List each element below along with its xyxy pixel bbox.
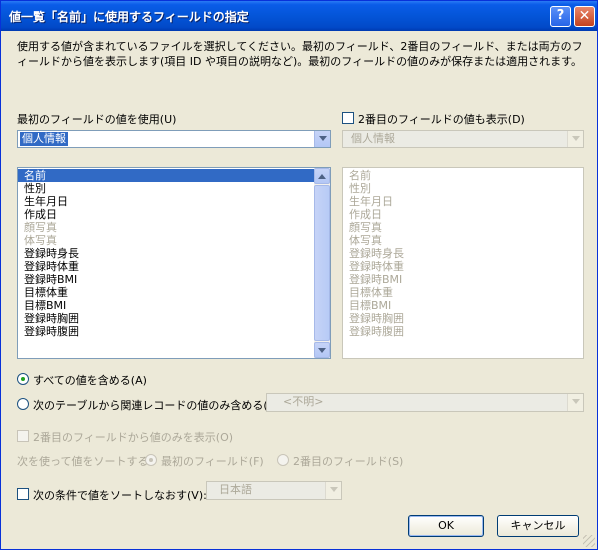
scroll-thumb[interactable] [314, 185, 330, 341]
sort-by-label: 次を使って値をソートする: [17, 455, 153, 468]
list-item: 作成日 [349, 208, 382, 221]
list-item: 目標BMI [349, 299, 392, 312]
list-item[interactable]: 登録時腹囲 [18, 325, 330, 338]
show-second-only-checkbox[interactable] [17, 430, 29, 442]
list-item: 登録時BMI [349, 273, 403, 286]
first-table-value: 個人情報 [20, 132, 68, 146]
first-list-scrollbar[interactable] [314, 168, 330, 358]
resort-label[interactable]: 次の条件で値をソートしなおす(V): [33, 487, 207, 503]
list-item: 顔写真 [349, 221, 382, 234]
sort-second-field-label[interactable]: 2番目のフィールド(S) [293, 453, 403, 469]
second-field-checkbox-label[interactable]: 2番目のフィールドの値も表示(D) [358, 111, 525, 127]
second-field-checkbox[interactable] [342, 112, 354, 124]
sort-second-field-radio[interactable] [277, 454, 289, 466]
list-item[interactable]: 作成日 [18, 208, 330, 221]
list-item: 登録時胸囲 [349, 312, 404, 325]
list-item: 登録時身長 [349, 247, 404, 260]
list-item[interactable]: 目標BMI [18, 299, 330, 312]
list-item[interactable]: 登録時胸囲 [18, 312, 330, 325]
show-second-only-label[interactable]: 2番目のフィールドから値のみを表示(O) [33, 429, 233, 445]
list-item[interactable]: 体写真 [18, 234, 330, 247]
list-item: 目標体重 [349, 286, 393, 299]
second-table-value: 個人情報 [351, 132, 395, 145]
language-value: 日本語 [219, 483, 252, 496]
list-item[interactable]: 性別 [18, 182, 330, 195]
second-field-list[interactable]: 名前 性別 生年月日 作成日 顔写真 体写真 登録時身長 登録時体重 登録時BMI 目標体重 目標B… [342, 167, 584, 359]
scroll-up-button[interactable] [314, 168, 330, 184]
language-dropdown[interactable]: 日本語 [206, 481, 342, 500]
chevron-down-icon [319, 136, 327, 141]
list-item[interactable]: 登録時BMI [18, 273, 330, 286]
question-icon: ? [556, 8, 565, 23]
list-item[interactable]: 顔写真 [18, 221, 330, 234]
sort-first-field-label[interactable]: 最初のフィールド(F) [161, 453, 264, 469]
chevron-up-icon [318, 174, 326, 179]
dropdown-button[interactable] [325, 482, 341, 499]
list-item: 登録時体重 [349, 260, 404, 273]
resort-checkbox[interactable] [17, 488, 29, 500]
chevron-down-icon [318, 348, 326, 353]
list-item: 性別 [349, 182, 371, 195]
second-table-dropdown[interactable]: 個人情報 [342, 130, 584, 148]
chevron-down-icon [572, 136, 580, 141]
related-values-radio[interactable] [17, 398, 29, 410]
list-item[interactable]: 名前 [18, 169, 330, 182]
description-text: 使用する値が含まれているファイルを選択してください。最初のフィールド、2番目のフ… [17, 40, 583, 68]
title-bar[interactable]: 値一覧「名前」に使用するフィールドの指定 ? ✕ [1, 1, 597, 31]
window-title: 値一覧「名前」に使用するフィールドの指定 [9, 10, 249, 24]
chevron-down-icon [572, 399, 580, 404]
first-field-items: 名前 性別 生年月日 作成日 顔写真 体写真 登録時身長 登録時体重 登録時BMI 目標体重 目標B… [18, 168, 330, 338]
dropdown-button[interactable] [567, 394, 583, 411]
dialog-window: 値一覧「名前」に使用するフィールドの指定 ? ✕ 使用する値が含まれているファイ… [0, 0, 598, 550]
close-button[interactable]: ✕ [574, 6, 595, 27]
sort-first-field-radio[interactable] [145, 454, 157, 466]
all-values-label[interactable]: すべての値を含める(A) [33, 372, 147, 388]
list-item[interactable]: 目標体重 [18, 286, 330, 299]
list-item[interactable]: 登録時身長 [18, 247, 330, 260]
cancel-button[interactable]: キャンセル [497, 515, 579, 537]
related-table-dropdown[interactable]: <不明> [266, 393, 584, 412]
dropdown-button[interactable] [314, 131, 330, 147]
ok-button[interactable]: OK [408, 515, 484, 537]
related-table-value: <不明> [283, 395, 324, 408]
resize-grip-icon[interactable] [583, 535, 595, 547]
close-icon: ✕ [578, 8, 591, 24]
chevron-down-icon [330, 487, 338, 492]
list-item[interactable]: 登録時体重 [18, 260, 330, 273]
first-field-list[interactable]: 名前 性別 生年月日 作成日 顔写真 体写真 登録時身長 登録時体重 登録時BMI 目標体重 目標B… [17, 167, 331, 359]
all-values-radio[interactable] [17, 373, 29, 385]
first-table-dropdown[interactable]: 個人情報 [17, 130, 331, 148]
dropdown-button[interactable] [567, 131, 583, 147]
list-item: 生年月日 [349, 195, 393, 208]
list-item[interactable]: 生年月日 [18, 195, 330, 208]
list-item: 体写真 [349, 234, 382, 247]
scroll-down-button[interactable] [314, 342, 330, 358]
help-button[interactable]: ? [550, 6, 571, 27]
first-field-label: 最初のフィールドの値を使用(U) [17, 113, 177, 126]
list-item: 登録時腹囲 [349, 325, 404, 338]
list-item: 名前 [349, 169, 371, 182]
second-field-items: 名前 性別 生年月日 作成日 顔写真 体写真 登録時身長 登録時体重 登録時BMI 目標体重 目標B… [343, 168, 583, 338]
related-values-label[interactable]: 次のテーブルから関連レコードの値のみ含める(R): [33, 397, 283, 413]
